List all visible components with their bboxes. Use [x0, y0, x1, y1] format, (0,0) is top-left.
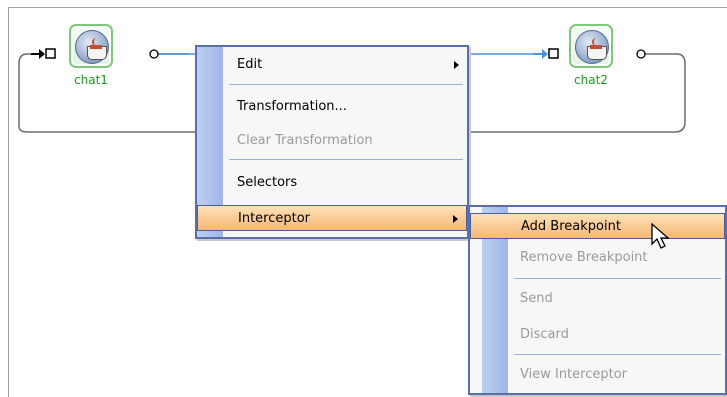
- menu-item-transformation[interactable]: Transformation...: [197, 94, 467, 120]
- chat1-input-port-icon: [31, 48, 56, 59]
- chat2-output-port-icon: [636, 49, 646, 59]
- menu-item-remove-breakpoint[interactable]: Remove Breakpoint: [470, 245, 725, 271]
- menu-item-selectors[interactable]: Selectors: [197, 170, 467, 196]
- menu-separator: [229, 159, 463, 160]
- chat1-output-port-icon: [149, 49, 159, 59]
- menu-item-label: Selectors: [237, 175, 298, 190]
- menu-item-label: Clear Transformation: [237, 133, 373, 148]
- menu-item-label: Add Breakpoint: [521, 219, 621, 234]
- java-service-icon: [75, 30, 109, 64]
- menu-item-label: View Interceptor: [520, 367, 628, 382]
- menu-item-edit[interactable]: Edit: [197, 52, 467, 78]
- context-menu: Edit Transformation... Clear Transformat…: [195, 45, 469, 239]
- menu-item-label: Remove Breakpoint: [520, 250, 648, 265]
- menu-item-discard[interactable]: Discard: [470, 322, 725, 348]
- chat2-node[interactable]: [569, 24, 613, 68]
- chat1-feedback-wire: [18, 53, 204, 133]
- interceptor-submenu: Add Breakpoint Remove Breakpoint Send Di…: [468, 205, 727, 395]
- submenu-arrow-icon: [454, 61, 459, 69]
- menu-item-label: Interceptor: [238, 211, 311, 226]
- menu-item-label: Discard: [520, 327, 569, 342]
- menu-item-label: Edit: [237, 57, 263, 72]
- chat2-input-port-icon: [534, 48, 559, 59]
- menu-item-clear-transformation[interactable]: Clear Transformation: [197, 128, 467, 154]
- submenu-arrow-icon: [453, 215, 458, 223]
- menu-separator: [514, 278, 721, 279]
- menu-item-label: Send: [520, 291, 553, 306]
- chat1-node[interactable]: [69, 24, 113, 68]
- menu-separator: [229, 84, 463, 85]
- menu-item-add-breakpoint[interactable]: Add Breakpoint: [470, 213, 725, 239]
- menu-item-label: Transformation...: [237, 99, 347, 114]
- java-service-icon: [575, 30, 609, 64]
- chat2-label: chat2: [574, 73, 608, 87]
- menu-item-view-interceptor[interactable]: View Interceptor: [470, 362, 725, 388]
- chat1-label: chat1: [74, 73, 108, 87]
- mouse-pointer-icon: [651, 222, 670, 249]
- menu-item-interceptor[interactable]: Interceptor: [197, 205, 467, 231]
- menu-item-send[interactable]: Send: [470, 286, 725, 312]
- menu-separator: [514, 354, 721, 355]
